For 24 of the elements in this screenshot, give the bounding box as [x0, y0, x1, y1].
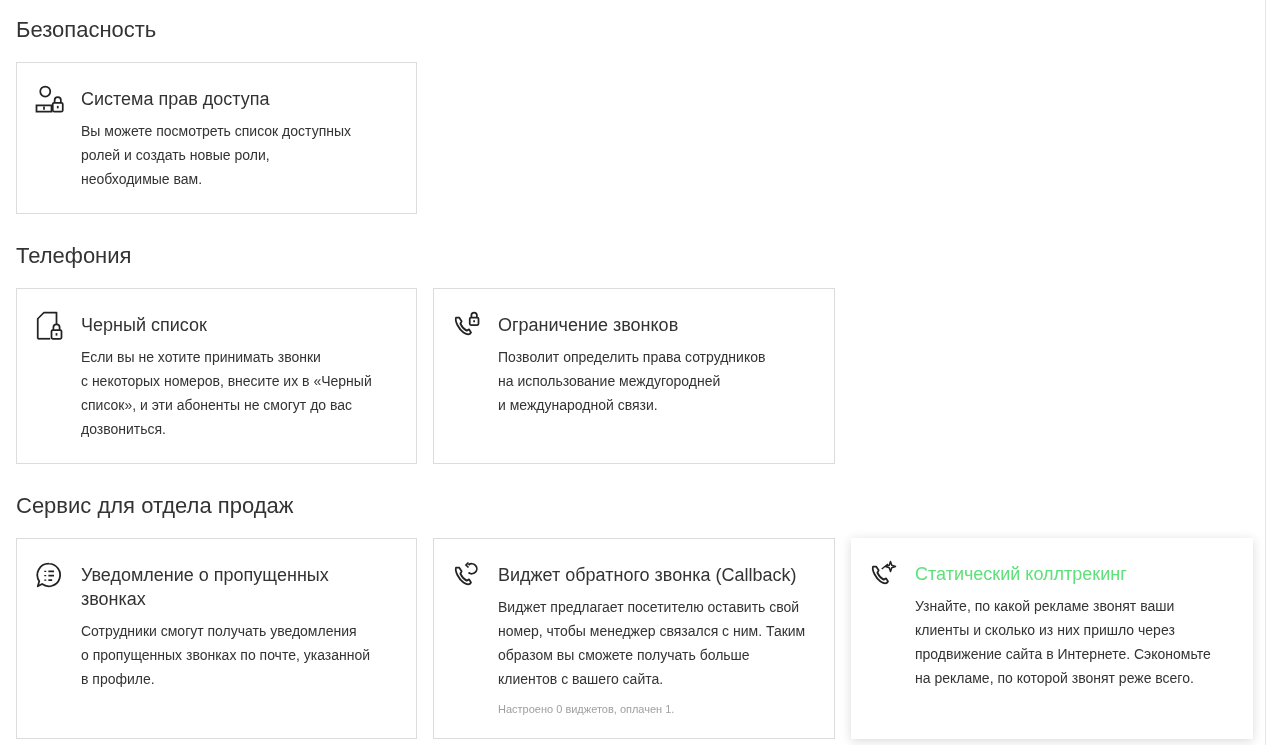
service-card[interactable]: Уведомление о пропущенных звонках Сотрудники смогут получать уведомления о пропущенных звонках по почте, указанной в профиле.: [16, 538, 417, 739]
card-description: Виджет предлагает посетителю оставить свой номер, чтобы менеджер связался с ним. Таким образом вы сможете получать больше клиентов с вашего сайта.: [498, 598, 806, 689]
card-description: Вы можете посмотреть список доступных ролей и создать новые роли, необходимые вам.: [81, 122, 351, 189]
card-title[interactable]: Виджет обратного звонка (Callback): [498, 563, 806, 587]
card-description: Узнайте, по какой рекламе звонят ваши клиенты и сколько из них пришло через продвижение сайта в Интернете. Сэкономьте на рекламе, по которой звонят реже всего.: [915, 597, 1211, 688]
service-card[interactable]: Система прав доступа Вы можете посмотреть список доступных ролей и создать новые роли, необходимые вам.: [16, 62, 417, 214]
service-card[interactable]: Статический коллтрекинг Узнайте, по какой рекламе звонят ваши клиенты и сколько из них пришло через продвижение сайта в Интернете. Сэкономьте на рекламе, по которой звонят реже всего.: [851, 538, 1253, 739]
service-card[interactable]: Ограничение звонков Позволит определить права сотрудников на использование междугородней и международной связи.: [433, 288, 835, 464]
card-title[interactable]: Система прав доступа: [81, 87, 351, 111]
widget-status-note: Настроено 0 виджетов, оплачен 1.: [498, 702, 676, 716]
section-heading: Телефония: [16, 242, 133, 270]
card-title[interactable]: Ограничение звонков: [498, 313, 766, 337]
service-card[interactable]: [433, 538, 835, 739]
section-heading: Безопасность: [16, 16, 158, 44]
section-heading: Сервис для отдела продаж: [16, 492, 295, 520]
chat-list-icon: [34, 560, 64, 590]
document-lock-icon: [34, 310, 64, 340]
card-description: Позволит определить права сотрудников на использование междугородней и международной связи.: [498, 348, 766, 415]
card-title[interactable]: Черный список: [81, 313, 372, 337]
person-lock-icon: [34, 84, 64, 114]
card-title[interactable]: Уведомление о пропущенных звонках: [81, 563, 371, 611]
service-card[interactable]: Черный список Если вы не хотите принимать звонки с некоторых номеров, внесите их в «Черный список», и эти абоненты не смогут до вас дозвониться.: [16, 288, 417, 464]
card-description: Если вы не хотите принимать звонки с некоторых номеров, внесите их в «Черный список», и эти абоненты не смогут до вас дозвониться.: [81, 348, 372, 439]
card-description: Сотрудники смогут получать уведомления о пропущенных звонках по почте, указанной в профиле.: [81, 622, 371, 689]
